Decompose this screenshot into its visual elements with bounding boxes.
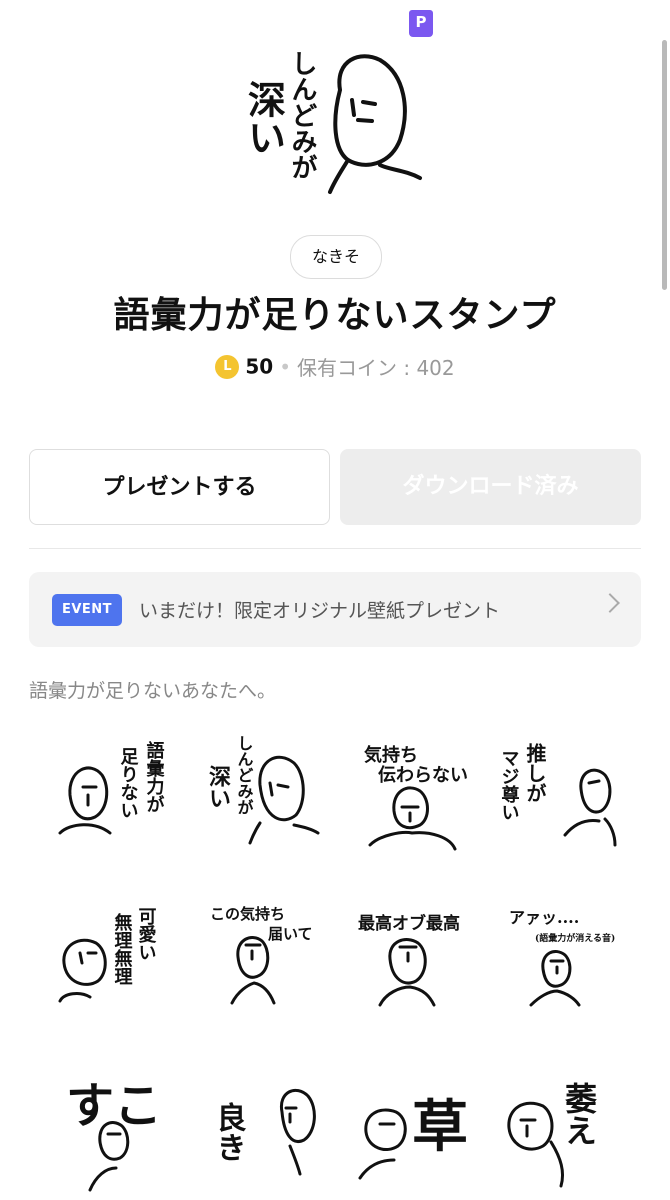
sticker-4-text-a: 推しが: [523, 742, 547, 803]
sticker-10-text-a: 良き: [211, 1101, 246, 1162]
sticker-5-text-b: 無理無理: [112, 912, 133, 985]
sticker-11-text-a: 草: [412, 1094, 468, 1160]
sticker-8[interactable]: アァッ.... (語彙力が消える音): [495, 893, 625, 1023]
main-sticker-line1: しんどみが: [287, 50, 317, 180]
price-amount: 50: [245, 354, 274, 379]
sticker-6-text-b: 届いて: [268, 925, 313, 943]
page-title: 語彙力が足りないスタンプ: [113, 295, 557, 336]
main-sticker-text: しんどみが 深い: [242, 50, 318, 180]
sticker-12[interactable]: 萎え: [495, 1062, 625, 1192]
sticker-3-text-a: 気持ち: [364, 744, 418, 766]
sticker-5-text-a: 可愛い: [136, 907, 157, 961]
sticker-1-text-b: 足りない: [118, 747, 139, 819]
sticker-7-text-a: 最高オブ最高: [358, 913, 460, 934]
gift-button[interactable]: プレゼントする: [29, 449, 330, 525]
sticker-5[interactable]: 可愛い 無理無理: [50, 893, 180, 1023]
sticker-2-text-b: 深い: [205, 765, 231, 809]
download-button[interactable]: ダウンロード済み: [340, 449, 641, 525]
sticker-10[interactable]: 良き: [198, 1062, 328, 1192]
sticker-2[interactable]: しんどみが 深い: [198, 725, 328, 855]
event-text: いまだけ！限定オリジナル壁紙プレゼント: [139, 600, 501, 622]
sticker-8-text-b: (語彙力が消える音): [535, 932, 615, 944]
face-doodle-icon: [368, 786, 457, 851]
event-badge: EVENT: [52, 594, 122, 626]
sticker-9[interactable]: すこ: [50, 1062, 180, 1192]
sticker-4[interactable]: 推しが マジ尊い: [495, 725, 625, 855]
sticker-6-text-a: この気持ち: [210, 905, 285, 923]
sticker-6[interactable]: この気持ち 届いて: [198, 893, 328, 1023]
creator-chip[interactable]: なきそ: [290, 235, 382, 279]
main-sticker-line2: 深い: [242, 80, 287, 156]
description: 語彙力が足りないあなたへ。: [29, 680, 277, 702]
sticker-12-text-a: 萎え: [560, 1082, 598, 1146]
face-doodle-icon: [507, 1101, 565, 1188]
coin-icon: L: [215, 354, 240, 379]
face-doodle-icon: [563, 768, 617, 847]
face-doodle-icon: [248, 755, 320, 845]
face-doodle-icon: [58, 938, 107, 1003]
sticker-4-text-b: マジ尊い: [499, 749, 520, 821]
sticker-11[interactable]: 草: [350, 1062, 480, 1192]
sticker-1[interactable]: 語彙力が 足りない: [50, 725, 180, 855]
event-banner[interactable]: EVENT いまだけ！限定オリジナル壁紙プレゼント: [29, 572, 641, 647]
owned-coins: 保有コイン : 402: [297, 356, 455, 380]
face-doodle-icon: [328, 54, 422, 194]
face-doodle-icon: [279, 1089, 316, 1176]
sticker-9-text-a: すこ: [66, 1078, 162, 1134]
divider: [29, 548, 641, 549]
scrollbar[interactable]: [662, 40, 667, 290]
sticker-7[interactable]: 最高オブ最高: [350, 893, 480, 1023]
face-doodle-icon: [378, 938, 436, 1007]
price-row: L 50 • 保有コイン : 402: [0, 352, 670, 381]
sticker-8-text-a: アァッ....: [509, 908, 579, 927]
face-doodle-icon: [358, 1108, 407, 1180]
sticker-2-text-a: しんどみが: [235, 735, 254, 815]
chevron-right-icon: [600, 593, 620, 613]
face-doodle-icon: [58, 766, 112, 835]
sticker-1-text-a: 語彙力が: [144, 740, 166, 813]
face-doodle-icon: [529, 950, 581, 1007]
separator-dot: •: [279, 354, 291, 379]
main-sticker-image: しんどみが 深い: [230, 20, 440, 200]
sticker-3[interactable]: 気持ち 伝わらない: [350, 725, 480, 855]
face-doodle-icon: [230, 936, 276, 1005]
sticker-3-text-b: 伝わらない: [378, 764, 468, 786]
